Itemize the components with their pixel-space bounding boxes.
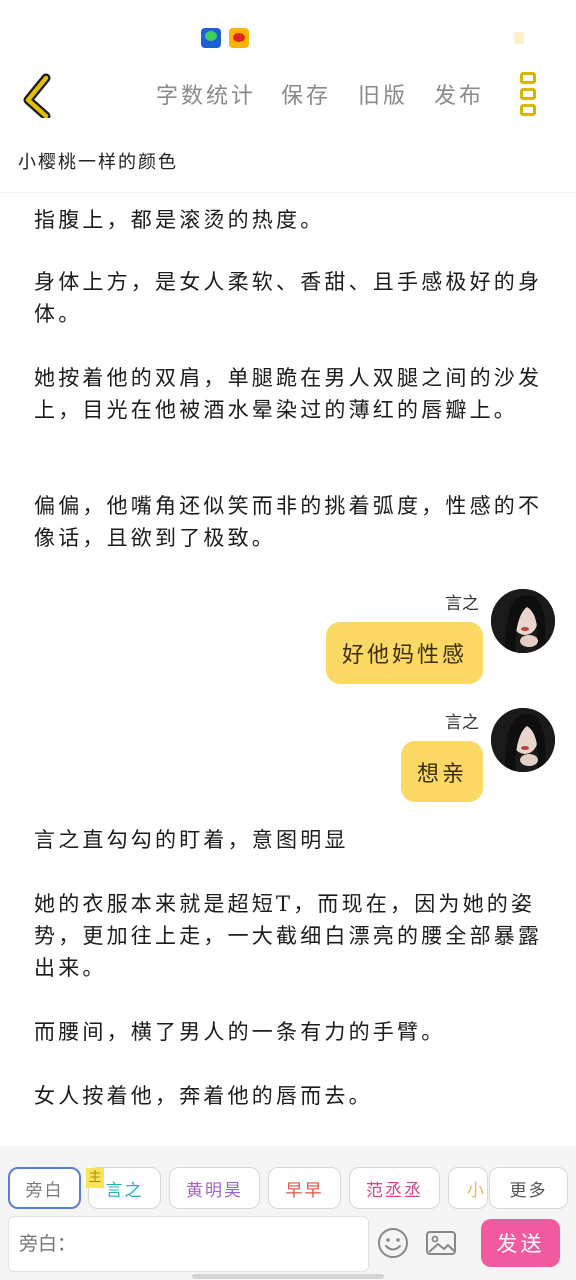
role-chip-zaozao[interactable]: 早早 [268,1167,341,1209]
video-app-icon [201,28,221,48]
weibo-icon [229,28,249,48]
chevron-left-icon [23,73,51,121]
paragraph[interactable]: 她的衣服本来就是超短T，而现在，因为她的姿势，更加往上走，一大截细白漂亮的腰全部… [34,888,544,984]
top-toolbar: 字数统计 保存 旧版 发布 [0,62,576,126]
image-button[interactable] [424,1226,458,1260]
chat-bubble[interactable]: 想亲 [401,741,483,802]
chat-bubble[interactable]: 好他妈性感 [326,622,483,684]
menu-icon [520,72,536,84]
old-version-button[interactable]: 旧版 [358,78,408,110]
paragraph[interactable]: 偏偏，他嘴角还似笑而非的挑着弧度，性感的不像话，且欲到了极致。 [34,490,544,554]
more-menu-button[interactable] [520,72,540,118]
role-chip-fanchengcheng[interactable]: 范丞丞 [349,1167,440,1209]
avatar-portrait [491,708,555,772]
paragraph[interactable]: 指腹上，都是滚烫的热度。 [34,204,544,236]
divider [0,192,576,193]
message-speaker: 言之 [445,713,479,733]
paragraph[interactable]: 女人按着他，奔着他的唇而去。 [34,1080,544,1112]
smiley-icon [378,1228,408,1258]
more-roles-button[interactable]: 更多 [489,1167,568,1209]
paragraph[interactable]: 言之直勾勾的盯着，意图明显 [34,824,544,856]
paragraph[interactable]: 她按着他的双肩，单腿跪在男人双腿之间的沙发上，目光在他被酒水晕染过的薄红的唇瓣上… [34,362,544,426]
emoji-button[interactable] [376,1226,410,1260]
menu-icon-bar [520,104,536,116]
menu-icon-bar [520,88,536,100]
role-chip-huangminghao[interactable]: 黄明昊 [169,1167,260,1209]
save-button[interactable]: 保存 [281,78,331,110]
paragraph[interactable]: 而腰间，横了男人的一条有力的手臂。 [34,1016,544,1048]
status-indicator [514,32,524,44]
publish-button[interactable]: 发布 [434,78,484,110]
avatar[interactable] [491,708,555,772]
message-speaker: 言之 [445,594,479,614]
home-indicator [192,1274,384,1279]
send-button[interactable]: 发送 [481,1219,560,1267]
image-icon [426,1231,456,1255]
paragraph[interactable]: 身体上方，是女人柔软、香甜、且手感极好的身体。 [34,266,544,330]
avatar-portrait [491,589,555,653]
role-chip-partial[interactable]: 小 [448,1167,488,1209]
back-button[interactable] [16,70,62,121]
status-bar [0,0,576,60]
message-input[interactable] [8,1216,369,1272]
host-badge: 主 [86,1168,104,1188]
avatar[interactable] [491,589,555,653]
story-title[interactable]: 小樱桃一样的颜色 [18,148,178,174]
role-chip-narrator[interactable]: 旁白 [8,1167,81,1209]
word-count-button[interactable]: 字数统计 [156,78,256,110]
